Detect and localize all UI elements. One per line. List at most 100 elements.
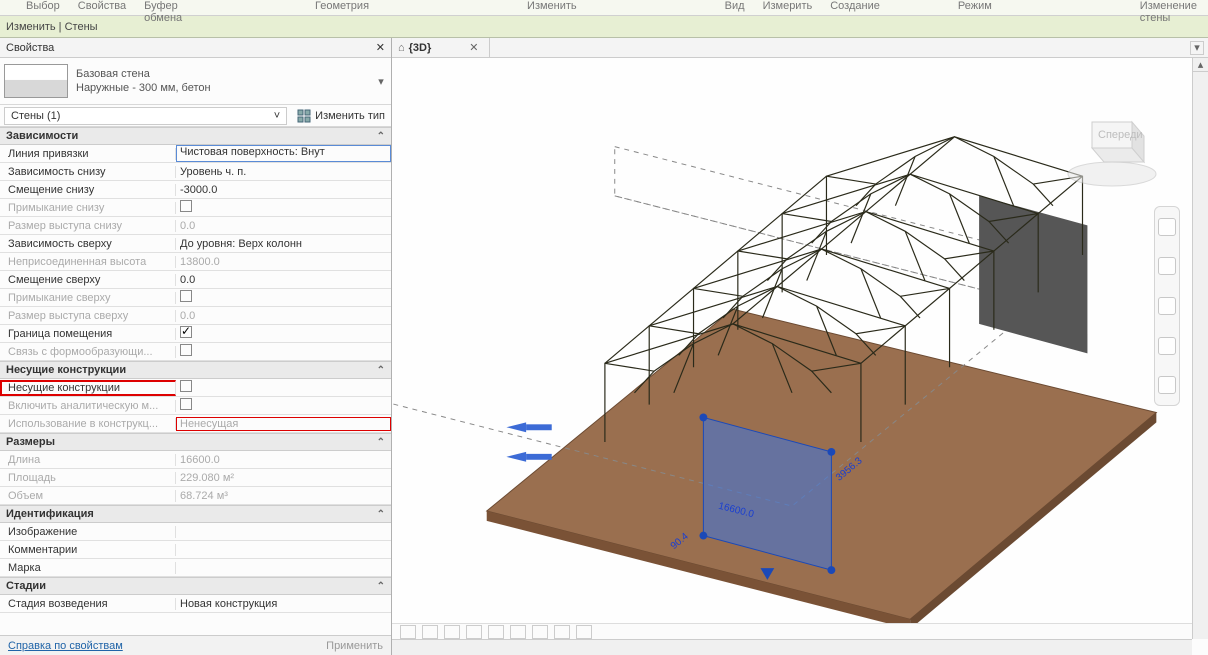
rg-props: Свойства xyxy=(74,0,130,15)
view-cube[interactable]: Спереди xyxy=(1062,108,1162,188)
collapse-icon: ⌃ xyxy=(377,365,385,376)
row-area: Площадь229.080 м² xyxy=(0,469,391,487)
cat-stages[interactable]: Стадии⌃ xyxy=(0,577,391,595)
selection-counter-row: Стены (1) ˅ Изменить тип xyxy=(0,105,391,127)
nav-bar[interactable] xyxy=(1154,206,1180,406)
row-room-bound[interactable]: Граница помещения xyxy=(0,325,391,343)
viewport-hscroll[interactable] xyxy=(392,639,1192,655)
row-binding-line[interactable]: Линия привязкиЧистовая поверхность: Внут xyxy=(0,145,391,163)
type-family: Базовая стена xyxy=(76,67,375,81)
row-top-offset[interactable]: Смещение сверху0.0 xyxy=(0,271,391,289)
properties-footer: Справка по свойствам Применить xyxy=(0,635,391,655)
type-selector[interactable]: Базовая стена Наружные - 300 мм, бетон ▾ xyxy=(0,58,391,105)
sun-path-button[interactable] xyxy=(466,625,482,639)
row-length: Длина16600.0 xyxy=(0,451,391,469)
row-base-offset[interactable]: Смещение снизу-3000.0 xyxy=(0,181,391,199)
checkbox-icon xyxy=(180,398,192,410)
rg-meas: Измерить xyxy=(759,0,817,15)
selection-filter-label: Стены (1) xyxy=(11,110,60,122)
collapse-icon: ⌃ xyxy=(377,581,385,592)
visual-style-button[interactable] xyxy=(444,625,460,639)
crop-visible-button[interactable] xyxy=(532,625,548,639)
tab-3d-label: {3D} xyxy=(409,42,432,54)
close-icon[interactable]: ✕ xyxy=(469,41,478,54)
row-stage-created[interactable]: Стадия возведенияНовая конструкция xyxy=(0,595,391,613)
collapse-icon: ⌃ xyxy=(377,509,385,520)
cat-dependencies[interactable]: Зависимости⌃ xyxy=(0,127,391,145)
rg-create: Создание xyxy=(826,0,884,15)
collapse-icon: ⌃ xyxy=(377,131,385,142)
maximize-icon[interactable]: ▾ xyxy=(1190,41,1204,55)
properties-help-link[interactable]: Справка по свойствам xyxy=(8,640,123,652)
detail-level-button[interactable] xyxy=(422,625,438,639)
3d-scene[interactable]: 16600.0 90.4 3956.3 Спереди xyxy=(392,58,1192,639)
row-base-constraint[interactable]: Зависимость снизуУровень ч. п. xyxy=(0,163,391,181)
row-base-attach: Примыкание снизу xyxy=(0,199,391,217)
chevron-down-icon[interactable]: ▾ xyxy=(375,75,387,88)
rg-edit: Изменить xyxy=(523,0,581,15)
context-title: Изменить | Стены xyxy=(6,21,98,33)
type-name: Наружные - 300 мм, бетон xyxy=(76,81,375,95)
edit-type-icon xyxy=(297,109,311,123)
type-thumbnail xyxy=(4,64,68,98)
checkbox-icon[interactable] xyxy=(180,326,192,338)
row-struct-usage: Использование в конструкц...Ненесущая xyxy=(0,415,391,433)
row-mass-link: Связь с формообразующи... xyxy=(0,343,391,361)
edit-type-button[interactable]: Изменить тип xyxy=(291,109,391,123)
properties-grid: Зависимости⌃ Линия привязкиЧистовая пове… xyxy=(0,127,391,635)
row-mark[interactable]: Марка xyxy=(0,559,391,577)
row-top-constraint[interactable]: Зависимость сверхуДо уровня: Верх колонн xyxy=(0,235,391,253)
cat-identity[interactable]: Идентификация⌃ xyxy=(0,505,391,523)
edit-type-label: Изменить тип xyxy=(315,110,385,122)
type-lines: Базовая стена Наружные - 300 мм, бетон xyxy=(76,67,375,95)
close-icon[interactable]: ✕ xyxy=(376,41,385,54)
nav-pan-icon[interactable] xyxy=(1158,257,1176,275)
rg-clip: Буфер обмена xyxy=(140,0,201,15)
viewport-vscroll[interactable]: ▴ xyxy=(1192,58,1208,639)
scroll-up-icon[interactable]: ▴ xyxy=(1193,58,1208,72)
row-top-attach: Примыкание сверху xyxy=(0,289,391,307)
reveal-button[interactable] xyxy=(576,625,592,639)
rg-select: Выбор xyxy=(22,0,64,15)
checkbox-icon xyxy=(180,200,192,212)
checkbox-icon xyxy=(180,290,192,302)
crop-button[interactable] xyxy=(510,625,526,639)
collapse-icon: ⌃ xyxy=(377,437,385,448)
properties-titlebar: Свойства ✕ xyxy=(0,38,391,58)
row-enable-analytical: Включить аналитическую м... xyxy=(0,397,391,415)
temp-hide-button[interactable] xyxy=(554,625,570,639)
rg-view: Вид xyxy=(721,0,749,15)
view-tabbar: ⌂ {3D} ✕ ▾ xyxy=(392,38,1208,58)
nav-zoom-icon[interactable] xyxy=(1158,297,1176,315)
rg-wall: Изменение стены xyxy=(1136,0,1208,15)
row-structural[interactable]: Несущие конструкции xyxy=(0,379,391,397)
checkbox-icon[interactable] xyxy=(180,380,192,392)
row-top-ext: Размер выступа сверху0.0 xyxy=(0,307,391,325)
view-control-bar xyxy=(392,623,1192,639)
shadows-button[interactable] xyxy=(488,625,504,639)
nav-orbit-icon[interactable] xyxy=(1158,337,1176,355)
row-unconn-height: Неприсоединенная высота13800.0 xyxy=(0,253,391,271)
chevron-down-icon: ˅ xyxy=(274,110,280,122)
rg-mode: Режим xyxy=(954,0,996,15)
cat-structural[interactable]: Несущие конструкции⌃ xyxy=(0,361,391,379)
checkbox-icon xyxy=(180,344,192,356)
rg-geom: Геометрия xyxy=(311,0,373,15)
row-base-ext: Размер выступа снизу0.0 xyxy=(0,217,391,235)
properties-title: Свойства xyxy=(6,42,54,54)
home-icon: ⌂ xyxy=(398,42,405,54)
cat-dimensions[interactable]: Размеры⌃ xyxy=(0,433,391,451)
row-comments[interactable]: Комментарии xyxy=(0,541,391,559)
selection-filter-dropdown[interactable]: Стены (1) ˅ xyxy=(4,107,287,125)
nav-look-icon[interactable] xyxy=(1158,376,1176,394)
row-volume: Объем68.724 м³ xyxy=(0,487,391,505)
apply-button[interactable]: Применить xyxy=(326,640,383,652)
properties-panel: Свойства ✕ Базовая стена Наружные - 300 … xyxy=(0,38,392,655)
row-image[interactable]: Изображение xyxy=(0,523,391,541)
svg-text:Спереди: Спереди xyxy=(1098,129,1143,141)
ribbon-groups: Выбор Свойства Буфер обмена Геометрия Из… xyxy=(0,0,1208,16)
nav-wheel-icon[interactable] xyxy=(1158,218,1176,236)
scale-button[interactable] xyxy=(400,625,416,639)
tab-3d[interactable]: ⌂ {3D} ✕ xyxy=(392,38,490,57)
viewport: ⌂ {3D} ✕ ▾ xyxy=(392,38,1208,655)
